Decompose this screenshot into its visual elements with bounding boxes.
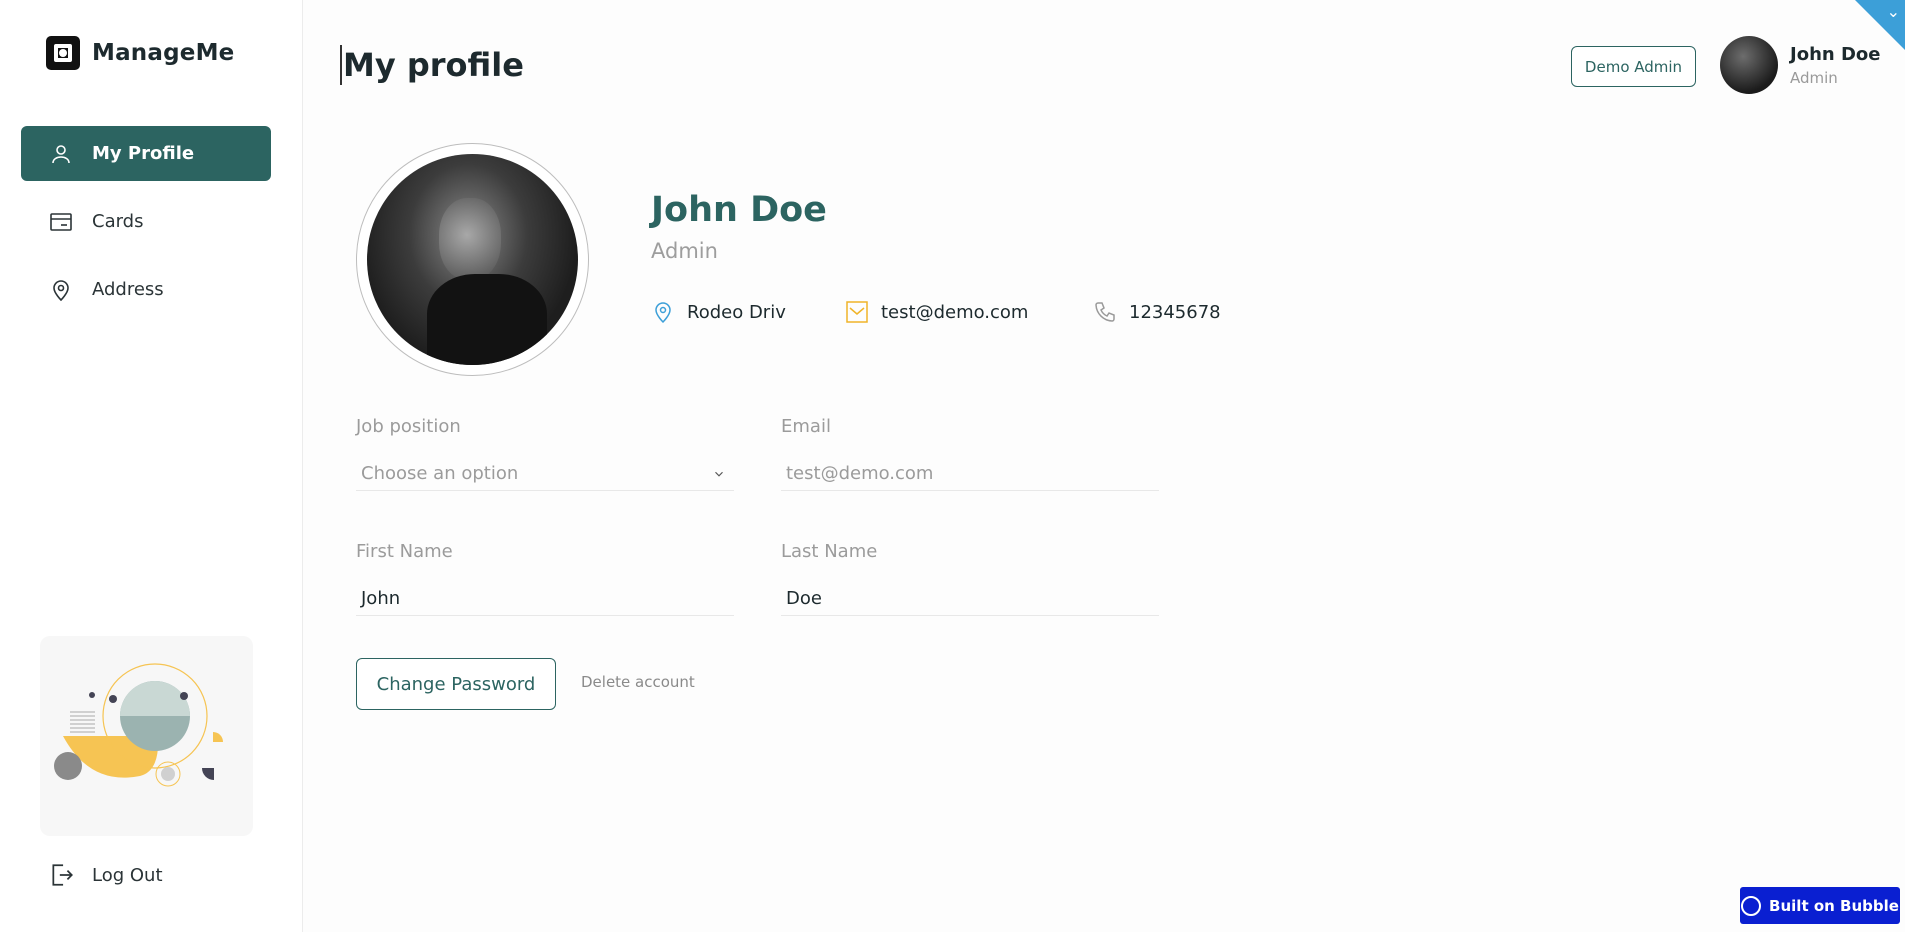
profile-photo [367, 154, 578, 365]
profile-location-text: Rodeo Driv [687, 301, 786, 323]
decorative-illustration [40, 636, 253, 836]
profile-avatar [356, 143, 589, 376]
delete-account-link[interactable]: Delete account [581, 673, 695, 691]
envelope-icon [846, 301, 868, 323]
profile-phone-text: 12345678 [1129, 301, 1221, 323]
bubble-logo-icon [1741, 895, 1762, 916]
sidebar-nav: My Profile Cards Address [21, 126, 271, 330]
logout-icon [52, 864, 73, 886]
demo-admin-button[interactable]: Demo Admin [1571, 46, 1696, 87]
brand[interactable]: ManageMe [46, 36, 234, 70]
email-field: Email test@demo.com [781, 416, 1159, 491]
sidebar-item-cards[interactable]: Cards [21, 194, 271, 249]
profile-photo-head [439, 198, 501, 280]
brand-name: ManageMe [92, 40, 235, 66]
last-name-label: Last Name [781, 541, 878, 562]
built-on-bubble-badge[interactable]: Built on Bubble [1740, 887, 1900, 924]
profile-phone: 12345678 [1093, 300, 1221, 324]
change-password-button[interactable]: Change Password [356, 658, 556, 710]
job-position-label: Job position [356, 416, 461, 437]
last-name-value: Doe [786, 588, 822, 609]
sidebar: ManageMe My Profile Cards Address Log Ou… [0, 0, 303, 932]
map-pin-icon [53, 279, 69, 301]
user-icon [52, 144, 70, 163]
profile-photo-body [427, 274, 547, 365]
profile-name: John Doe [651, 190, 827, 230]
job-position-field: Job position Choose an option [356, 416, 734, 491]
sidebar-item-address[interactable]: Address [21, 262, 271, 317]
profile-role: Admin [651, 239, 718, 263]
first-name-field: First Name John [356, 541, 734, 616]
profile-email-text: test@demo.com [881, 301, 1029, 323]
card-icon [50, 212, 72, 231]
logout-label: Log Out [92, 864, 163, 886]
sidebar-item-label: My Profile [92, 143, 195, 164]
chevron-down-icon [715, 471, 723, 477]
profile-email: test@demo.com [845, 300, 1028, 324]
email-input[interactable]: test@demo.com [781, 457, 1159, 491]
sidebar-item-label: Address [92, 279, 164, 300]
app: ManageMe My Profile Cards Address Log Ou… [0, 0, 1905, 932]
page-title: My profile [340, 45, 524, 85]
sidebar-item-my-profile[interactable]: My Profile [21, 126, 271, 181]
bubble-badge-label: Built on Bubble [1769, 896, 1899, 915]
profile-location: Rodeo Driv [651, 300, 786, 324]
avatar[interactable] [1720, 36, 1778, 94]
chevron-down-icon[interactable]: ⌄ [1887, 2, 1900, 21]
last-name-field: Last Name Doe [781, 541, 1159, 616]
phone-icon [1095, 302, 1115, 322]
sidebar-item-label: Cards [92, 211, 144, 232]
first-name-label: First Name [356, 541, 453, 562]
logout-button[interactable]: Log Out [49, 862, 163, 888]
first-name-value: John [361, 588, 401, 609]
email-placeholder: test@demo.com [786, 463, 934, 484]
first-name-input[interactable]: John [356, 582, 734, 616]
email-label: Email [781, 416, 831, 437]
header-user-role: Admin [1790, 68, 1838, 87]
job-position-select[interactable]: Choose an option [356, 457, 734, 491]
planet-illustration-icon [54, 663, 223, 787]
location-pin-icon [655, 302, 671, 324]
brand-logo-icon [46, 36, 80, 70]
last-name-input[interactable]: Doe [781, 582, 1159, 616]
job-position-placeholder: Choose an option [361, 463, 519, 484]
